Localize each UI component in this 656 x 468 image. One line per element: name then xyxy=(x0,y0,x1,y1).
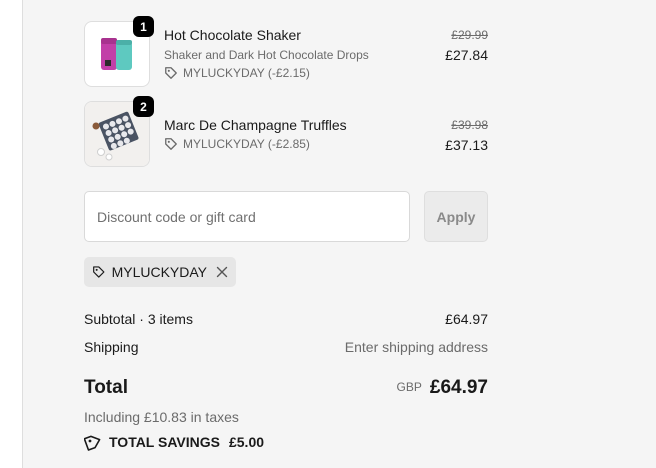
item-discount-label: MYLUCKYDAY (-£2.15) xyxy=(183,66,310,80)
total-savings: TOTAL SAVINGS £5.00 xyxy=(84,433,264,451)
item-price: £37.13 xyxy=(445,137,488,153)
shipping-value: Enter shipping address xyxy=(344,339,488,355)
quantity-badge: 2 xyxy=(133,96,154,117)
product-variant: Shaker and Dark Hot Chocolate Drops xyxy=(164,48,369,62)
original-price: £39.98 xyxy=(451,118,488,132)
shipping-label: Shipping xyxy=(84,339,139,355)
total-amount: £64.97 xyxy=(429,377,488,398)
savings-label: TOTAL SAVINGS xyxy=(109,434,220,450)
savings-amount: £5.00 xyxy=(228,434,265,450)
discount-code-input[interactable] xyxy=(84,191,410,242)
total-label: Total xyxy=(84,377,128,398)
product-title: Marc De Champagne Truffles xyxy=(164,117,347,133)
tag-icon xyxy=(165,138,177,150)
taxes-note: Including £10.83 in taxes xyxy=(84,409,239,425)
original-price: £29.99 xyxy=(451,28,488,42)
tag-icon xyxy=(93,266,105,278)
item-discount: MYLUCKYDAY (-£2.85) xyxy=(164,137,310,151)
applied-discount-chip: MYLUCKYDAY xyxy=(84,257,236,287)
product-title: Hot Chocolate Shaker xyxy=(164,27,301,43)
line-item: 1 Hot Chocolate Shaker Shaker and Dark H… xyxy=(84,16,488,87)
total-currency: GBP xyxy=(396,380,422,394)
shipping-row: Shipping Enter shipping address xyxy=(84,339,488,355)
remove-discount-close-icon[interactable] xyxy=(216,265,228,279)
item-discount-label: MYLUCKYDAY (-£2.85) xyxy=(183,137,310,151)
order-summary-panel: 1 Hot Chocolate Shaker Shaker and Dark H… xyxy=(22,0,656,468)
applied-code-label: MYLUCKYDAY xyxy=(111,264,207,280)
total-row: Total GBP £64.97 xyxy=(84,377,488,399)
subtotal-value: £64.97 xyxy=(445,311,488,327)
quantity-badge: 1 xyxy=(133,16,154,37)
item-price: £27.84 xyxy=(445,47,488,63)
tag-icon xyxy=(165,67,177,79)
subtotal-label: Subtotal · 3 items xyxy=(84,311,193,327)
item-discount: MYLUCKYDAY (-£2.15) xyxy=(164,66,310,80)
apply-button[interactable]: Apply xyxy=(424,191,488,242)
subtotal-row: Subtotal · 3 items £64.97 xyxy=(84,311,488,327)
line-item: 2 Marc De Champagne Truffles MYLUCKYDAY … xyxy=(84,96,488,167)
savings-tag-icon xyxy=(84,435,101,451)
